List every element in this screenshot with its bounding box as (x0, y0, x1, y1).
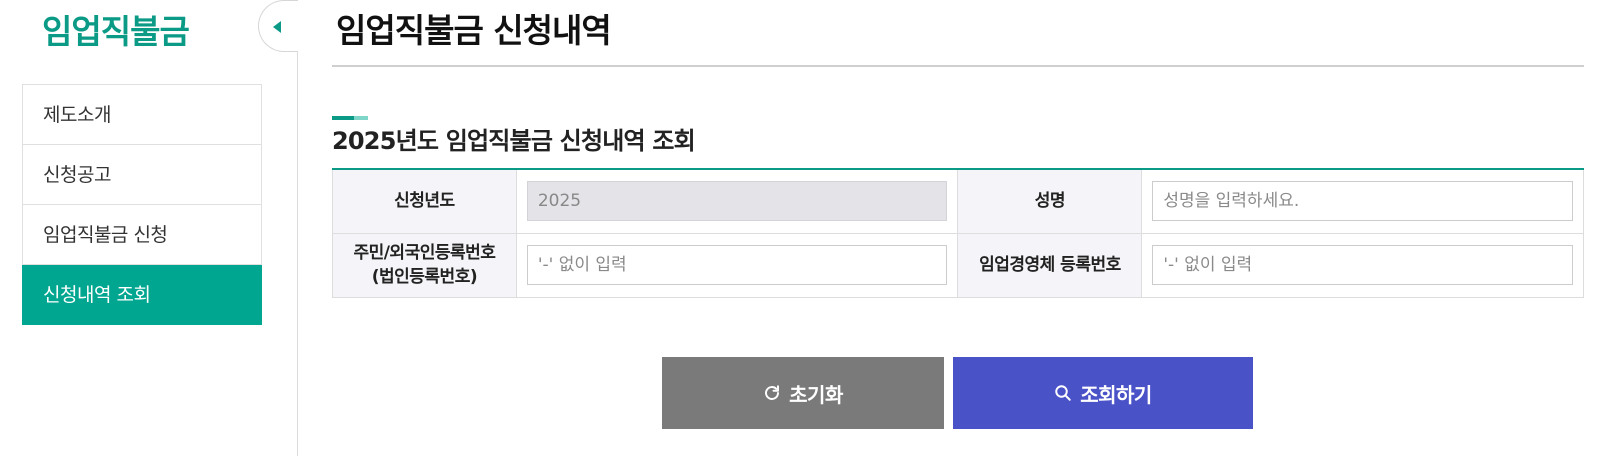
sidebar-item-notice[interactable]: 신청공고 (22, 145, 262, 205)
search-icon (1055, 385, 1071, 401)
name-input[interactable] (1152, 181, 1573, 222)
caret-left-icon (273, 21, 281, 33)
sidebar-collapse-button[interactable] (258, 0, 298, 52)
name-cell (1141, 168, 1584, 234)
reset-button[interactable]: 초기화 (662, 357, 944, 429)
form-row: 주민/외국인등록번호 (법인등록번호) 임업경영체 등록번호 (332, 232, 1584, 298)
section-accent-bar-light (354, 116, 368, 120)
title-divider (332, 65, 1584, 67)
search-form-table: 신청년도 성명 주민/외국인등록번호 (법인등록번호) 임업경영체 등록번호 (332, 168, 1584, 298)
resident-id-input[interactable] (526, 245, 948, 285)
sidebar-item-intro[interactable]: 제도소개 (22, 85, 262, 145)
sidebar-item-apply[interactable]: 임업직불금 신청 (22, 205, 262, 265)
section-title: 2025년도 임업직불금 신청내역 조회 (332, 127, 696, 155)
main-content: 임업직불금 신청내역 2025년도 임업직불금 신청내역 조회 신청년도 성명 … (332, 0, 1584, 456)
page-title: 임업직불금 신청내역 (336, 11, 612, 50)
search-button-label: 조회하기 (1080, 382, 1152, 407)
sidebar: 임업직불금 제도소개 신청공고 임업직불금 신청 신청내역 조회 (0, 0, 298, 456)
resident-id-cell (515, 232, 959, 298)
sidebar-divider (297, 52, 298, 456)
year-cell (515, 168, 959, 234)
reset-button-label: 초기화 (789, 382, 843, 407)
year-field (526, 181, 948, 222)
resident-id-label-line1: 주민/외국인등록번호 (353, 243, 496, 263)
sidebar-title: 임업직불금 (42, 12, 190, 51)
business-id-input[interactable] (1152, 245, 1573, 285)
resident-id-label-line2: (법인등록번호) (371, 267, 478, 287)
business-id-cell (1141, 232, 1584, 298)
sidebar-item-history[interactable]: 신청내역 조회 (22, 265, 262, 325)
search-button[interactable]: 조회하기 (953, 357, 1253, 429)
form-row: 신청년도 성명 (332, 168, 1584, 234)
refresh-icon (765, 385, 780, 400)
sidebar-menu: 제도소개 신청공고 임업직불금 신청 신청내역 조회 (22, 84, 262, 325)
business-id-label: 임업경영체 등록번호 (957, 232, 1143, 298)
resident-id-label: 주민/외국인등록번호 (법인등록번호) (332, 232, 517, 298)
name-label: 성명 (957, 168, 1143, 234)
year-label: 신청년도 (332, 168, 517, 234)
